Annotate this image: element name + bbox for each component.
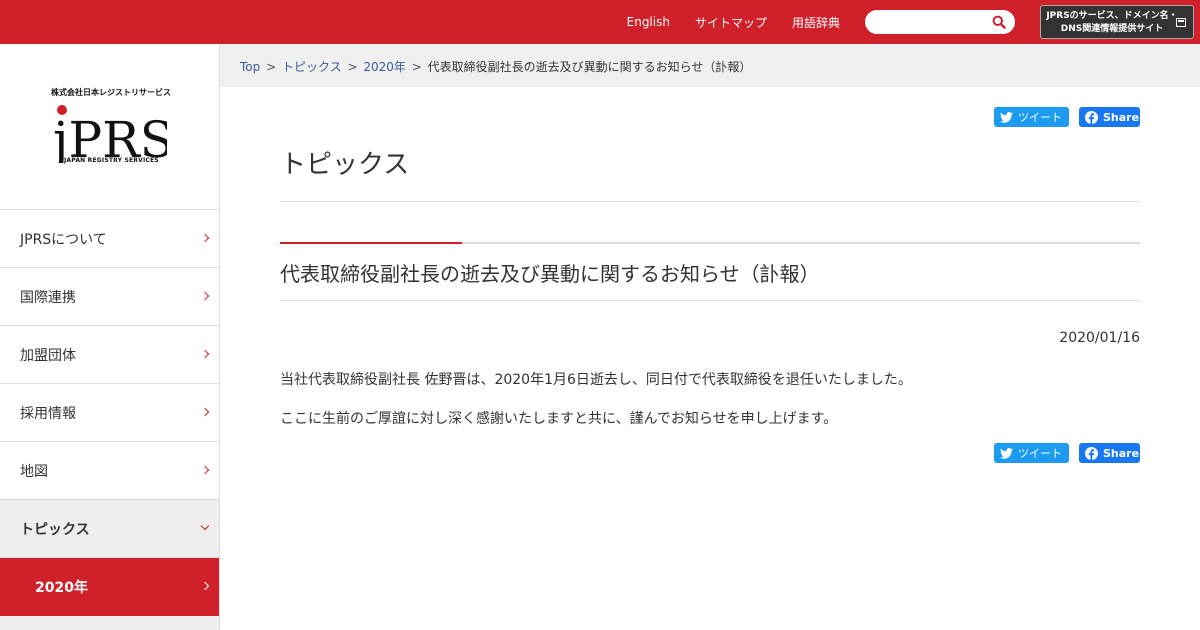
sidebar-item-label: 加盟団体 xyxy=(20,347,76,364)
sidebar-item-memberships[interactable]: 加盟団体 xyxy=(0,326,219,384)
jprs-logo-mark: jPRS xyxy=(52,105,167,163)
chevron-down-icon xyxy=(200,521,210,531)
tweet-button[interactable]: ツイート xyxy=(994,107,1069,127)
tweet-button[interactable]: ツイート xyxy=(994,443,1069,463)
english-link[interactable]: English xyxy=(627,15,670,29)
services-label-line2: DNS関連情報提供サイト xyxy=(1060,24,1164,34)
share-row-bottom: ツイート Share xyxy=(994,443,1140,463)
article-accent-bar xyxy=(280,242,462,244)
breadcrumb-top-link[interactable]: Top xyxy=(240,60,260,74)
external-window-icon xyxy=(1176,18,1186,27)
facebook-share-label: Share xyxy=(1103,110,1140,124)
divider xyxy=(280,300,1140,301)
breadcrumb-bar: Top > トピックス > 2020年 > 代表取締役副社長の逝去及び異動に関す… xyxy=(220,44,1200,87)
jprs-logo[interactable]: 株式会社日本レジストリサービス jPRS JAPAN REGISTRY SERV… xyxy=(0,44,219,209)
chevron-right-icon xyxy=(200,233,210,243)
logo-caption: 株式会社日本レジストリサービス xyxy=(51,88,171,97)
search-input[interactable] xyxy=(865,10,985,34)
facebook-icon xyxy=(1085,446,1098,460)
page-title: トピックス xyxy=(280,150,410,180)
breadcrumb-separator: > xyxy=(266,60,277,74)
divider xyxy=(280,201,1140,202)
chevron-right-icon xyxy=(200,349,210,359)
services-label-line1: JPRSのサービス、ドメイン名・ xyxy=(1046,11,1178,21)
sidebar-item-label: JPRSについて xyxy=(20,231,107,248)
chevron-right-icon xyxy=(200,407,210,417)
glossary-link[interactable]: 用語辞典 xyxy=(792,14,840,31)
sidebar-item-about[interactable]: JPRSについて xyxy=(0,210,219,268)
tweet-label: ツイート xyxy=(1018,447,1062,460)
share-row-top: ツイート Share xyxy=(994,107,1140,127)
logo-subtitle: JAPAN REGISTRY SERVICES xyxy=(64,157,159,164)
article-paragraph: ここに生前のご厚誼に対し深く感謝いたしますと共に、謹んでお知らせを申し上げます。 xyxy=(280,411,838,427)
jprs-services-button[interactable]: JPRSのサービス、ドメイン名・ DNS関連情報提供サイト xyxy=(1040,5,1194,39)
chevron-right-icon xyxy=(200,581,210,591)
sidebar-item-label: 地図 xyxy=(20,463,48,480)
breadcrumb: Top > トピックス > 2020年 > 代表取締役副社長の逝去及び異動に関す… xyxy=(240,58,751,75)
sidebar-item-topics[interactable]: トピックス xyxy=(0,500,219,558)
sidebar-item-2020[interactable]: 2020年 xyxy=(0,558,219,616)
sidebar-item-label: 2020年 xyxy=(35,580,88,596)
sidebar-item-international[interactable]: 国際連携 xyxy=(0,268,219,326)
breadcrumb-topics-link[interactable]: トピックス xyxy=(282,60,342,74)
search-box xyxy=(865,10,1015,34)
breadcrumb-current: 代表取締役副社長の逝去及び異動に関するお知らせ（訃報） xyxy=(427,60,752,74)
top-bar: English サイトマップ 用語辞典 JPRSのサービス、ドメイン名・ DNS… xyxy=(0,0,1200,44)
sidebar-item-label: 国際連携 xyxy=(20,289,76,306)
facebook-share-label: Share xyxy=(1103,446,1140,460)
logo-mark-text: jPRS xyxy=(52,111,167,163)
breadcrumb-2020-link[interactable]: 2020年 xyxy=(363,60,406,74)
tweet-label: ツイート xyxy=(1018,111,1062,124)
sitemap-link[interactable]: サイトマップ xyxy=(695,14,767,31)
sidebar-item-careers[interactable]: 採用情報 xyxy=(0,384,219,442)
article-title: 代表取締役副社長の逝去及び異動に関するお知らせ（訃報） xyxy=(280,262,820,286)
top-links: English サイトマップ 用語辞典 xyxy=(602,0,840,44)
facebook-share-button[interactable]: Share xyxy=(1079,107,1140,127)
sidebar-nav: JPRSについて 国際連携 加盟団体 採用情報 地図 トピックス 2020年 xyxy=(0,209,219,630)
chevron-right-icon xyxy=(200,291,210,301)
sidebar-item-map[interactable]: 地図 xyxy=(0,442,219,500)
facebook-icon xyxy=(1085,110,1098,124)
article-paragraph: 当社代表取締役副社長 佐野晋は、2020年1月6日逝去し、同日付で代表取締役を退… xyxy=(280,372,912,388)
search-icon[interactable] xyxy=(992,15,1006,29)
sidebar: 株式会社日本レジストリサービス jPRS JAPAN REGISTRY SERV… xyxy=(0,44,220,630)
sidebar-next-item-partial xyxy=(0,616,219,630)
sidebar-item-label: 採用情報 xyxy=(20,405,76,422)
facebook-share-button[interactable]: Share xyxy=(1079,443,1140,463)
article-date: 2020/01/16 xyxy=(1059,330,1140,346)
twitter-bird-icon xyxy=(1000,111,1013,123)
chevron-right-icon xyxy=(200,465,210,475)
sidebar-item-label: トピックス xyxy=(20,521,90,538)
twitter-bird-icon xyxy=(1000,447,1013,459)
breadcrumb-separator: > xyxy=(347,60,358,74)
breadcrumb-separator: > xyxy=(411,60,422,74)
